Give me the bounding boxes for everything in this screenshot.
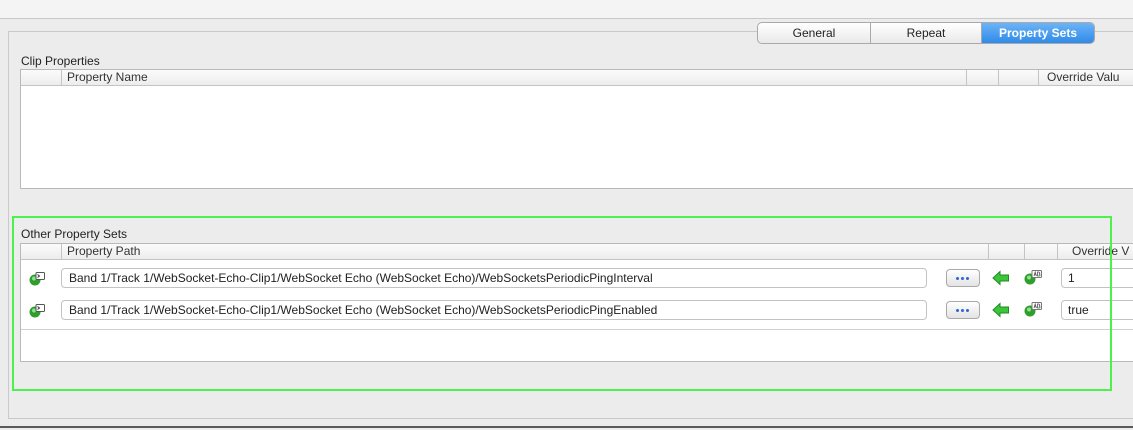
tab-repeat[interactable]: Repeat xyxy=(871,23,982,43)
ellipsis-icon xyxy=(956,309,969,312)
row-divider xyxy=(21,329,1133,330)
header-property-name[interactable]: Property Name xyxy=(61,70,966,85)
table-row[interactable]: Band 1/Track 1/WebSocket-Echo-Clip1/WebS… xyxy=(21,265,1133,293)
header-ab-column xyxy=(1024,244,1057,259)
green-left-arrow-icon[interactable] xyxy=(992,302,1010,318)
clip-properties-title: Clip Properties xyxy=(21,54,100,68)
script-node-icon xyxy=(29,272,45,286)
override-value-field[interactable]: true xyxy=(1061,300,1133,320)
header-icon-column xyxy=(21,70,61,85)
green-left-arrow-icon[interactable] xyxy=(992,270,1010,286)
browse-button[interactable] xyxy=(946,269,980,287)
tab-bar: General Repeat Property Sets xyxy=(757,22,1095,44)
browse-button[interactable] xyxy=(946,301,980,319)
tab-general[interactable]: General xyxy=(758,23,871,43)
header-override-value[interactable]: Override Valu xyxy=(1038,70,1133,85)
clip-properties-table: Property Name Override Valu xyxy=(20,69,1133,189)
header-apply-column xyxy=(988,244,1024,259)
ab-node-icon[interactable] xyxy=(1024,302,1042,318)
ellipsis-icon xyxy=(956,277,969,280)
header-icon-column xyxy=(21,244,61,259)
header-override-value[interactable]: Override V xyxy=(1057,244,1133,259)
table-row[interactable]: Band 1/Track 1/WebSocket-Echo-Clip1/WebS… xyxy=(21,297,1133,325)
other-property-sets-header: Property Path Override V xyxy=(21,244,1133,260)
header-blank-column-1 xyxy=(966,70,998,85)
script-node-icon xyxy=(29,304,45,318)
property-path-field[interactable]: Band 1/Track 1/WebSocket-Echo-Clip1/WebS… xyxy=(61,268,927,288)
other-property-sets-title: Other Property Sets xyxy=(21,227,128,241)
header-property-path[interactable]: Property Path xyxy=(61,244,988,259)
override-value-field[interactable]: 1 xyxy=(1061,268,1133,288)
window-bottom-edge xyxy=(0,426,1133,428)
property-path-field[interactable]: Band 1/Track 1/WebSocket-Echo-Clip1/WebS… xyxy=(61,300,927,320)
clip-properties-header: Property Name Override Valu xyxy=(21,70,1133,86)
other-property-sets-table: Property Path Override V Band 1/Track 1/… xyxy=(20,243,1133,362)
header-blank-column-2 xyxy=(998,70,1038,85)
ab-node-icon[interactable] xyxy=(1024,270,1042,286)
window-top-strip xyxy=(0,0,1133,19)
tab-property-sets[interactable]: Property Sets xyxy=(982,23,1094,43)
